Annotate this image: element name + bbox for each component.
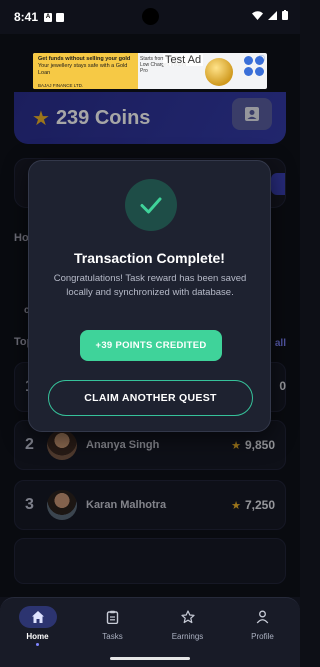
- checkmark-icon: [140, 197, 162, 214]
- nav-tasks-icon-wrap: [94, 606, 132, 628]
- ad-headline: Get funds without selling your gold: [38, 56, 131, 62]
- dialog-message: Congratulations! Task reward has been sa…: [53, 273, 247, 298]
- status-icons-right: [252, 10, 288, 20]
- success-badge: [125, 179, 177, 231]
- ad-subline: Your jewellery stays safe with a Gold Lo…: [38, 63, 128, 76]
- gold-coins-image: [205, 58, 233, 86]
- ad-banner[interactable]: Get funds without selling your gold Your…: [33, 53, 267, 89]
- clipboard-icon: [106, 610, 119, 624]
- notification-a-icon: A: [44, 12, 53, 22]
- nav-label: Home: [26, 632, 49, 641]
- nav-profile[interactable]: Profile: [225, 598, 300, 667]
- battery-icon: [282, 10, 288, 20]
- nav-profile-icon-wrap: [244, 606, 282, 628]
- points-credited-badge: +39 POINTS CREDITED: [80, 330, 222, 361]
- signal-icon: [268, 10, 277, 20]
- home-indicator[interactable]: [110, 657, 190, 660]
- person-icon: [256, 610, 269, 624]
- home-icon: [31, 611, 44, 623]
- ad-info-icon[interactable]: ⓘ: [258, 54, 265, 64]
- status-bar: 8:41 A: [0, 0, 300, 34]
- status-time: 8:41: [14, 10, 39, 24]
- ad-sponsor: BAJAJ FINANCE LTD.: [38, 83, 84, 88]
- status-icons-left: A: [44, 12, 65, 22]
- nav-label: Tasks: [102, 632, 123, 641]
- nav-label: Earnings: [171, 632, 204, 641]
- nav-home-icon-wrap: [18, 606, 57, 628]
- wifi-icon: [252, 10, 263, 20]
- claim-another-quest-button[interactable]: CLAIM ANOTHER QUEST: [48, 380, 253, 416]
- nav-label: Profile: [251, 632, 274, 641]
- star-outline-icon: [180, 610, 195, 624]
- sim-icon: [56, 12, 65, 22]
- active-indicator: [36, 643, 39, 646]
- transaction-dialog: Transaction Complete! Congratulations! T…: [28, 160, 271, 432]
- dialog-title: Transaction Complete!: [74, 250, 225, 266]
- nav-home[interactable]: Home: [0, 598, 75, 667]
- front-camera: [142, 8, 159, 25]
- ad-label: Test Ad: [163, 54, 204, 66]
- nav-earnings-icon-wrap: [169, 606, 207, 628]
- screen: 8:41 A ★ 239 Coins Ho c Top all 1 0 2 An…: [0, 0, 300, 667]
